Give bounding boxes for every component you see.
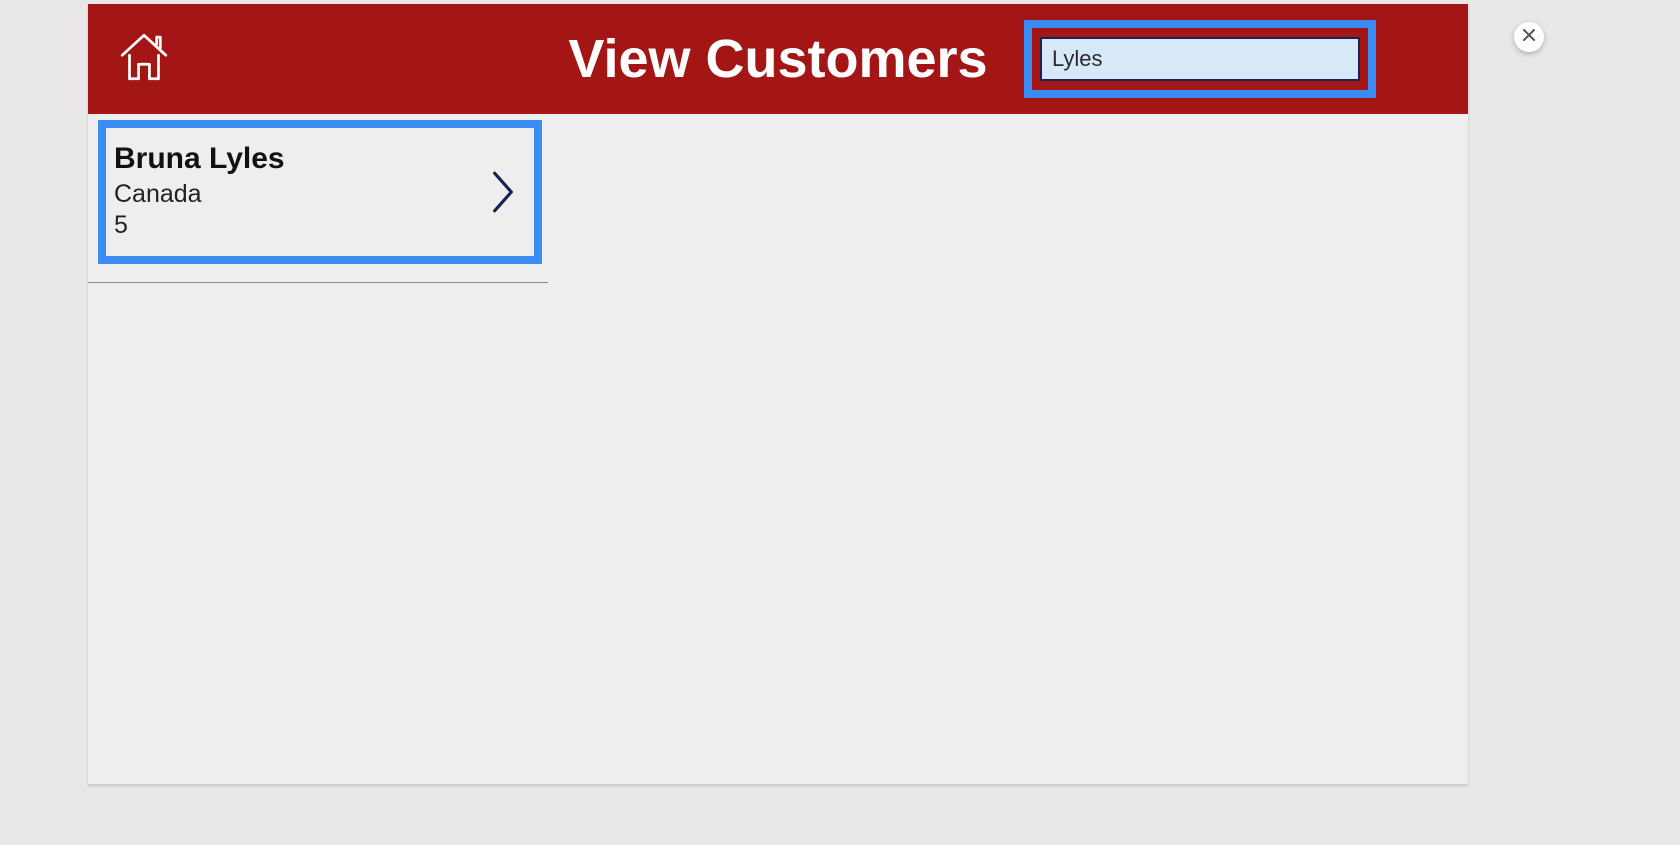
header-bar: View Customers	[88, 4, 1468, 114]
customer-card[interactable]: Bruna Lyles Canada 5	[106, 128, 534, 256]
list-divider	[88, 282, 548, 283]
customer-country: Canada	[114, 180, 516, 209]
chevron-right-icon	[490, 169, 516, 215]
close-button[interactable]	[1514, 22, 1544, 52]
home-icon	[115, 28, 173, 91]
customer-card-highlight: Bruna Lyles Canada 5	[98, 120, 542, 264]
search-box	[1040, 37, 1360, 81]
content-area: Bruna Lyles Canada 5	[88, 114, 1468, 784]
customer-name: Bruna Lyles	[114, 142, 516, 176]
close-icon	[1522, 28, 1536, 47]
app-stage: View Customers Bruna Lyles Canada 5	[0, 0, 1680, 845]
home-button[interactable]	[104, 19, 184, 99]
search-input[interactable]	[1042, 39, 1358, 79]
customer-list: Bruna Lyles Canada 5	[88, 120, 548, 264]
app-window: View Customers Bruna Lyles Canada 5	[88, 4, 1468, 784]
customer-id: 5	[114, 211, 516, 240]
search-highlight	[1024, 20, 1376, 98]
